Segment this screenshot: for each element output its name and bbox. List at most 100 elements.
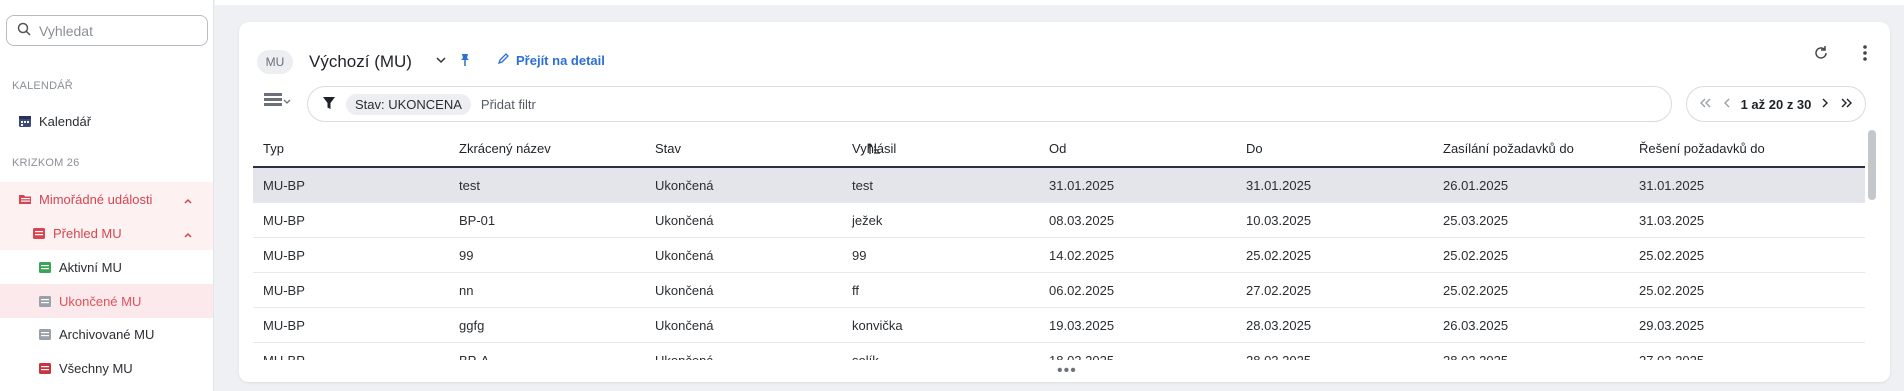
search-icon [17,22,31,39]
data-table: Typ Zkrácený název Stav Vyhlásil Od Do Z… [253,130,1865,378]
first-page-icon[interactable] [1699,97,1713,112]
filter-chip-stav[interactable]: Stav: UKONCENA [346,93,471,115]
table-cell: 19.03.2025 [1049,317,1115,333]
folder-gray-icon [38,327,52,341]
pin-icon[interactable] [458,53,472,70]
sidebar-item-ukoncene-mu[interactable]: Ukončené MU [0,284,213,318]
sidebar-item-label: Aktivní MU [59,259,122,275]
folder-red-icon [38,361,52,375]
table-cell: ff [852,282,859,298]
table-cell: 25.02.2025 [1639,247,1705,263]
table-cell: 10.03.2025 [1246,212,1312,228]
sidebar-item-label: Archivované MU [59,326,155,342]
column-header-stav[interactable]: Stav [655,130,681,166]
table-cell: Ukončená [655,247,714,263]
sidebar-item-label: Ukončené MU [59,293,142,309]
last-page-icon[interactable] [1839,97,1853,112]
sidebar-item-archivovane-mu[interactable]: Archivované MU [0,317,213,351]
table-cell: MU-BP [263,177,305,193]
table-cell: 99 [459,247,474,263]
table-cell: MU-BP [263,282,305,298]
table-row[interactable]: MU-BP 99 Ukončená 99 14.02.2025 25.02.20… [253,238,1865,273]
search-input[interactable] [39,22,189,39]
column-header-zasilani[interactable]: Zasílání požadavků do [1443,130,1574,166]
table-cell: test [852,177,873,193]
column-header-zkraceny-nazev[interactable]: Zkrácený název [459,130,551,166]
table-cell: 26.03.2025 [1443,317,1509,333]
folder-green-icon [38,260,52,274]
table-cell: 99 [852,247,867,263]
table-cell: 31.01.2025 [1049,177,1115,193]
section-heading-calendar: KALENDÁŘ [12,80,73,92]
table-cell: 25.02.2025 [1246,247,1312,263]
table-cell: konvička [852,317,903,333]
pagination: 1 až 20 z 30 [1686,86,1866,122]
refresh-icon[interactable] [1812,44,1830,65]
table-cell: 06.02.2025 [1049,282,1115,298]
table-cell: MU-BP [263,317,305,333]
table-cell: 31.01.2025 [1246,177,1312,193]
table-cell: Ukončená [655,212,714,228]
table-cell: 29.03.2025 [1639,317,1705,333]
column-header-reseni[interactable]: Řešení požadavků do [1639,130,1765,166]
table-cell: 31.03.2025 [1639,212,1705,228]
table-cell: 31.01.2025 [1639,177,1705,193]
sidebar-item-aktivni-mu[interactable]: Aktivní MU [0,250,213,284]
sidebar-item-calendar[interactable]: Kalendář [0,104,213,138]
resize-handle-icon[interactable]: ••• [1057,362,1077,380]
column-header-vyhlasil[interactable]: Vyhlásil [852,130,896,166]
table-cell: Ukončená [655,317,714,333]
filter-bar[interactable]: Stav: UKONCENA Přidat filtr [307,86,1672,122]
column-header-od[interactable]: Od [1049,130,1066,166]
table-cell: 28.03.2025 [1246,317,1312,333]
next-page-icon[interactable] [1820,97,1830,112]
column-header-typ[interactable]: Typ [263,130,284,166]
folder-gray-icon [38,294,52,308]
page-info: 1 až 20 z 30 [1740,96,1812,112]
sidebar: KALENDÁŘ Kalendář KRIZKOM 26 Mimořádné u… [0,0,214,391]
table-cell: MU-BP [263,247,305,263]
calendar-icon [18,114,32,128]
sidebar-item-vsechny-mu[interactable]: Všechny MU [0,351,213,385]
sidebar-item-label: Mimořádné události [39,191,153,207]
table-cell: Ukončená [655,282,714,298]
more-options-icon[interactable] [1862,44,1868,65]
sidebar-item-label: Kalendář [39,113,92,129]
table-scrollbar[interactable] [1868,130,1876,200]
table-cell: 08.03.2025 [1049,212,1115,228]
table-cell: MU-BP [263,212,305,228]
prev-page-icon[interactable] [1722,97,1732,112]
column-header-do[interactable]: Do [1246,130,1263,166]
search-box[interactable] [6,15,208,46]
table-cell: 25.02.2025 [1443,247,1509,263]
table-cell: 25.03.2025 [1443,212,1509,228]
detail-link[interactable]: Přejít na detail [497,52,605,68]
table-cell: 25.02.2025 [1639,282,1705,298]
table-cell: 14.02.2025 [1049,247,1115,263]
section-heading-krizkom: KRIZKOM 26 [12,157,80,169]
pencil-icon [497,52,510,68]
table-cell: 27.02.2025 [1246,282,1312,298]
sidebar-item-prehled-mu[interactable]: Přehled MU [0,216,213,250]
table-row[interactable]: MU-BP nn Ukončená ff 06.02.2025 27.02.20… [253,273,1865,308]
sidebar-item-label: Všechny MU [59,360,133,376]
table-row[interactable]: MU-BP test Ukončená test 31.01.2025 31.0… [253,168,1865,203]
sidebar-item-mimoradne-udalosti[interactable]: Mimořádné události [0,182,213,216]
chevron-down-icon[interactable] [435,54,447,69]
view-title[interactable]: Výchozí (MU) [309,50,412,74]
table-cell: Ukončená [655,177,714,193]
table-cell: ggfg [459,317,485,333]
table-settings-icon[interactable] [263,90,291,115]
chevron-up-icon[interactable] [183,228,193,243]
table-row[interactable]: MU-BP ggfg Ukončená konvička 19.03.2025 … [253,308,1865,343]
folder-icon [18,192,32,206]
detail-link-label: Přejít na detail [516,52,605,68]
table-cell: 25.02.2025 [1443,282,1509,298]
filter-icon[interactable] [322,96,336,113]
add-filter-input[interactable]: Přidat filtr [481,97,536,112]
sidebar-item-label: Přehled MU [53,225,122,241]
table-row[interactable]: MU-BP BP-01 Ukončená ježek 08.03.2025 10… [253,203,1865,238]
table-cell: 26.01.2025 [1443,177,1509,193]
folder-icon [32,226,46,240]
chevron-up-icon[interactable] [183,194,193,209]
